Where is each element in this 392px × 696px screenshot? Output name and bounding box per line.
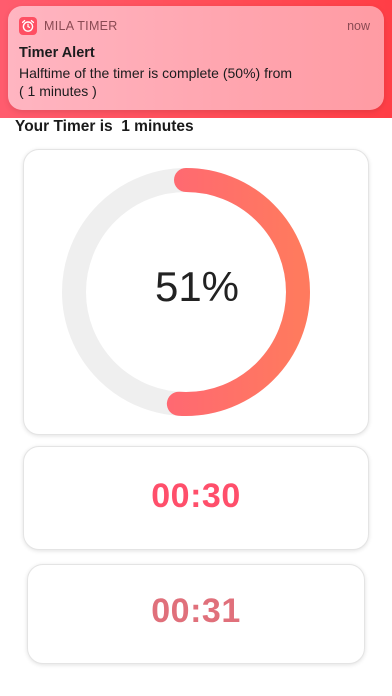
notification-time: now <box>347 19 370 33</box>
progress-percent: 51% <box>154 263 240 310</box>
notification-body-line: Halftime of the timer is complete (50%) … <box>19 65 293 81</box>
notification-app-name: MILA TIMER <box>44 19 118 33</box>
notification-banner[interactable]: MILA TIMER now Timer Alert Halftime of t… <box>8 6 384 110</box>
notification-title: Timer Alert <box>19 45 95 61</box>
notification-body: Halftime of the timer is complete (50%) … <box>19 64 369 100</box>
elapsed-time-card: 00:30 <box>23 446 369 550</box>
alarm-clock-icon <box>19 17 37 35</box>
secondary-time-card: 00:31 <box>27 564 365 664</box>
elapsed-time-display: 00:30 <box>151 477 241 515</box>
secondary-time-display: 00:31 <box>151 592 241 630</box>
timer-heading: Your Timer is 1 minutes <box>15 118 194 135</box>
progress-ring-card: 51% <box>23 149 369 435</box>
notification-body-line: ( 1 minutes ) <box>19 83 97 99</box>
